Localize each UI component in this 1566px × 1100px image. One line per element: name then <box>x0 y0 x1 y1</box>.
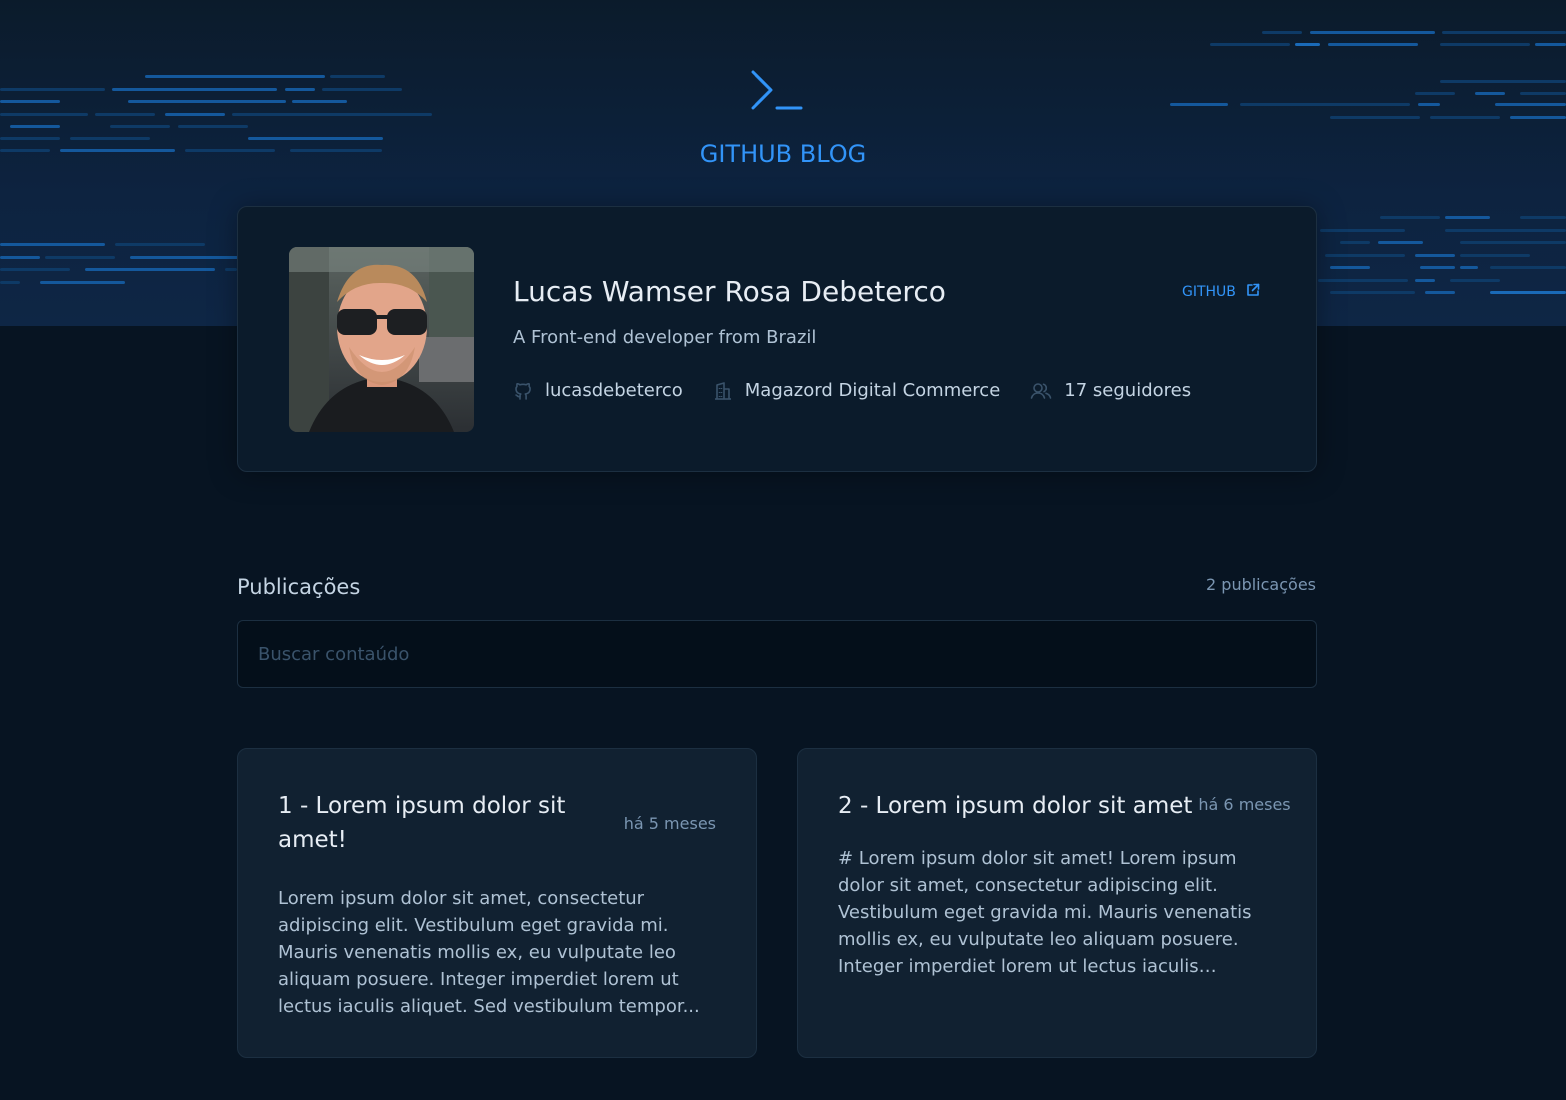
building-icon <box>713 381 733 401</box>
post-date: há 6 meses <box>1198 795 1291 814</box>
meta-username: lucasdebeterco <box>513 380 683 401</box>
post-header: 1 - Lorem ipsum dolor sit amet! há 5 mes… <box>278 789 716 857</box>
post-title: 2 - Lorem ipsum dolor sit amet <box>838 793 1193 819</box>
post-header: 2 - Lorem ipsum dolor sit amet há 6 mese… <box>838 789 1291 823</box>
username-text: lucasdebeterco <box>545 380 683 401</box>
meta-company: Magazord Digital Commerce <box>713 380 1001 401</box>
followers-text: 17 seguidores <box>1064 380 1192 401</box>
publications-count: 2 publicações <box>1206 575 1316 594</box>
profile-bio: A Front-end developer from Brazil <box>513 327 817 348</box>
brand-title: GITHUB BLOG <box>699 140 867 168</box>
page: GITHUB BLOG Lucas Wamser Rosa Debeterco … <box>0 0 1566 1100</box>
profile-meta: lucasdebeterco Magazord Digital Commerce <box>513 380 1221 401</box>
github-link[interactable]: GITHUB <box>1182 283 1260 304</box>
post-excerpt: # Lorem ipsum dolor sit amet! Lorem ipsu… <box>838 848 1252 977</box>
github-icon <box>513 381 533 401</box>
post-date: há 5 meses <box>623 813 716 833</box>
profile-name: Lucas Wamser Rosa Debeterco <box>513 275 946 308</box>
post-card[interactable]: 2 - Lorem ipsum dolor sit amet há 6 mese… <box>797 748 1317 1058</box>
post-excerpt: Lorem ipsum dolor sit amet, consectetur … <box>278 888 700 1017</box>
publications-title: Publicações <box>237 575 361 599</box>
post-title: 1 - Lorem ipsum dolor sit amet! <box>278 793 566 853</box>
company-text: Magazord Digital Commerce <box>744 380 1001 401</box>
avatar <box>289 247 474 432</box>
users-icon <box>1030 381 1052 401</box>
github-link-label: GITHUB <box>1182 284 1236 300</box>
external-link-icon <box>1246 283 1260 301</box>
post-card[interactable]: 1 - Lorem ipsum dolor sit amet! há 5 mes… <box>237 748 757 1058</box>
terminal-prompt-icon <box>743 68 805 114</box>
search-input[interactable] <box>237 620 1317 688</box>
meta-followers: 17 seguidores <box>1030 380 1191 401</box>
profile-card: Lucas Wamser Rosa Debeterco A Front-end … <box>237 206 1317 472</box>
